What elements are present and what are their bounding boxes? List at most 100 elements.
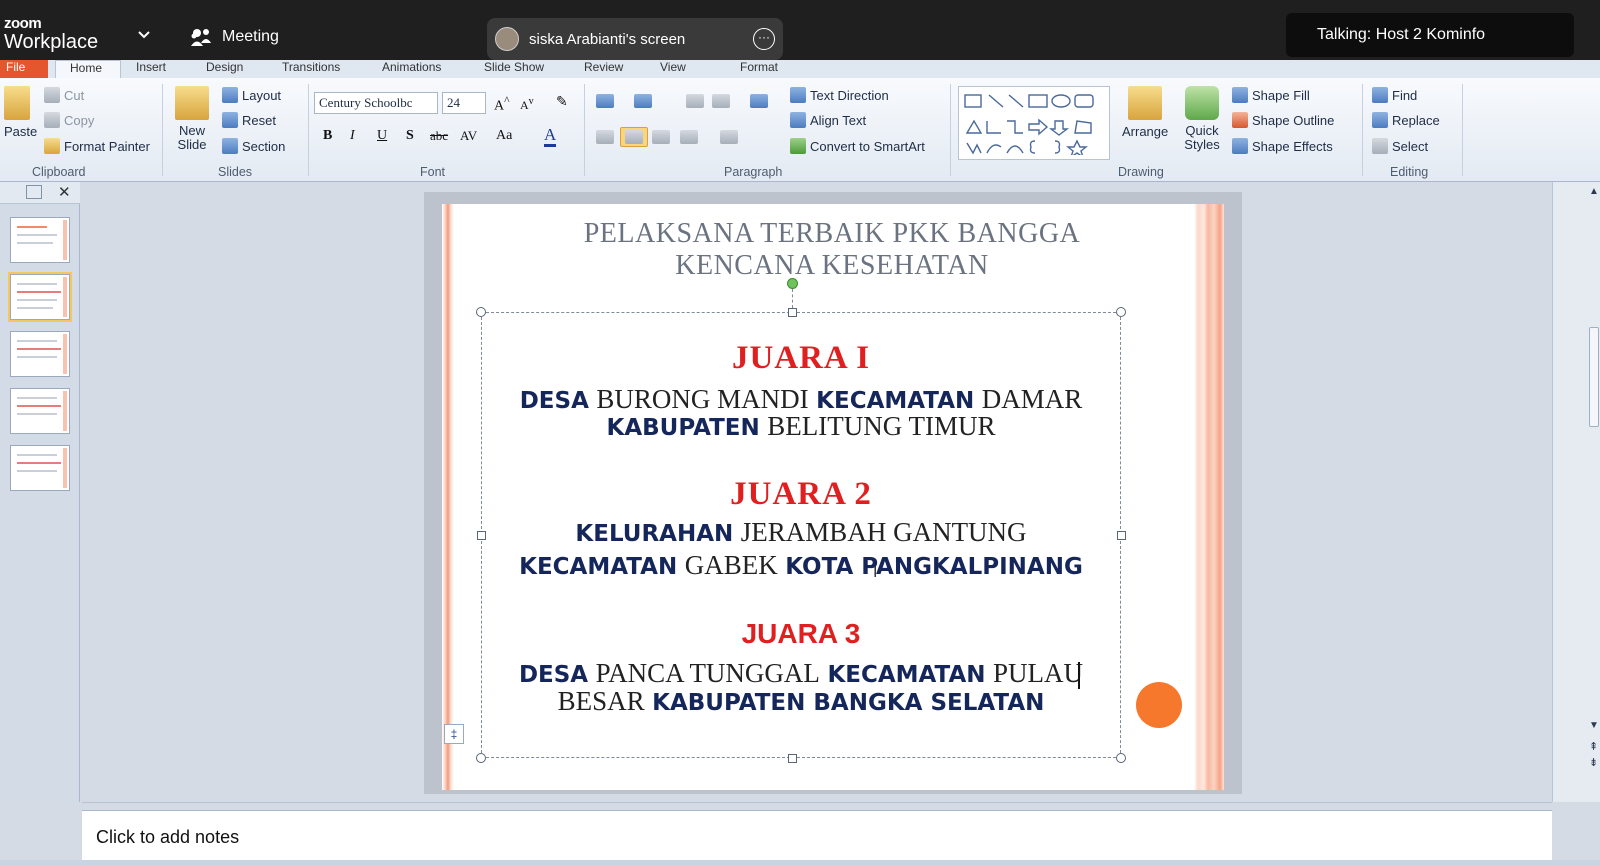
tab-home[interactable]: Home — [55, 60, 121, 78]
value-text: PANCA TUNGGAL — [595, 658, 820, 688]
justify-button[interactable] — [680, 130, 698, 144]
bullets-button[interactable] — [596, 94, 614, 108]
vertical-scrollbar[interactable]: ▲ ▼ ⇞ ⇟ — [1552, 182, 1600, 802]
shapes-gallery[interactable] — [958, 86, 1110, 160]
tab-file[interactable]: File — [0, 60, 48, 78]
columns-button[interactable] — [720, 130, 738, 144]
italic-button[interactable]: I — [350, 128, 355, 144]
align-center-button[interactable] — [620, 127, 648, 147]
font-size-select[interactable]: 24 — [442, 92, 486, 114]
text-direction-button[interactable]: Text Direction — [790, 87, 889, 103]
resize-handle[interactable] — [1116, 753, 1126, 763]
underline-button[interactable]: U — [377, 128, 387, 144]
cut-button[interactable]: Cut — [44, 87, 84, 103]
notes-pane[interactable]: Click to add notes — [82, 810, 1552, 860]
shadow-button[interactable]: S — [406, 128, 414, 144]
numbering-button[interactable] — [634, 94, 652, 108]
bold-button[interactable]: B — [323, 128, 332, 144]
tab-view[interactable]: View — [660, 60, 686, 74]
slide-thumbnail[interactable] — [8, 272, 72, 322]
meeting-button[interactable]: Meeting — [190, 27, 279, 47]
increase-indent-button[interactable] — [712, 94, 730, 108]
char-spacing-button[interactable]: AV — [460, 128, 477, 144]
value-text: DAMAR — [981, 384, 1083, 414]
pane-splitter[interactable] — [82, 802, 1552, 810]
align-left-button[interactable] — [596, 130, 614, 144]
slide-thumbnail[interactable] — [10, 445, 70, 491]
reset-button[interactable]: Reset — [222, 112, 276, 128]
layout-button[interactable]: Layout — [222, 87, 281, 103]
previous-slide-icon[interactable]: ⇞ — [1589, 740, 1598, 753]
chevron-down-icon[interactable] — [136, 28, 152, 42]
shape-effects-button[interactable]: Shape Effects — [1232, 138, 1333, 154]
resize-handle[interactable] — [476, 753, 486, 763]
divider — [584, 84, 585, 176]
slide-canvas[interactable]: PELAKSANA TERBAIK PKK BANGGA KENCANA KES… — [442, 204, 1224, 790]
numbering-icon — [634, 94, 652, 108]
scroll-down-icon[interactable]: ▼ — [1589, 720, 1599, 731]
new-slide-icon — [175, 86, 209, 120]
line-spacing-button[interactable] — [750, 94, 768, 108]
shrink-font-icon[interactable]: Av — [520, 96, 534, 113]
align-right-button[interactable] — [652, 130, 670, 144]
group-label-slides: Slides — [218, 165, 253, 179]
quick-styles-button[interactable]: Quick Styles — [1180, 86, 1224, 152]
avatar — [495, 27, 519, 51]
align-text-label: Align Text — [810, 112, 867, 128]
tab-design[interactable]: Design — [206, 60, 243, 74]
replace-label: Replace — [1392, 112, 1440, 128]
more-icon[interactable]: ··· — [753, 28, 775, 50]
tab-animations[interactable]: Animations — [382, 60, 441, 74]
tab-slide-show[interactable]: Slide Show — [484, 60, 544, 74]
resize-handle[interactable] — [1116, 307, 1126, 317]
font-family-select[interactable]: Century Schoolbc — [314, 92, 438, 114]
bullets-icon — [596, 94, 614, 108]
shape-outline-button[interactable]: Shape Outline — [1232, 112, 1334, 128]
close-icon[interactable]: ✕ — [58, 183, 71, 201]
screen-share-pill[interactable]: siska Arabianti's screen ··· — [487, 18, 783, 60]
change-case-button[interactable]: Aa — [496, 128, 512, 144]
group-label-clipboard: Clipboard — [32, 165, 86, 179]
slide-thumbnail[interactable] — [10, 331, 70, 377]
next-slide-icon[interactable]: ⇟ — [1589, 756, 1598, 769]
scroll-up-icon[interactable]: ▲ — [1589, 186, 1599, 197]
scroll-thumb[interactable] — [1589, 327, 1599, 427]
grow-font-icon[interactable]: A^ — [494, 94, 510, 115]
copy-button[interactable]: Copy — [44, 112, 94, 128]
outline-tab-icon[interactable] — [26, 185, 42, 199]
resize-handle[interactable] — [476, 307, 486, 317]
divider — [950, 84, 951, 176]
juara-2-heading: JUARA 2 — [730, 476, 872, 512]
decrease-indent-button[interactable] — [686, 94, 704, 108]
juara-2-line-1: KELURAHAN JERAMBAH GANTUNG — [481, 517, 1121, 549]
autofit-options-icon[interactable]: ‡ — [444, 724, 464, 744]
slide-thumbnail[interactable] — [10, 388, 70, 434]
section-button[interactable]: Section — [222, 138, 285, 154]
find-button[interactable]: Find — [1372, 87, 1417, 103]
replace-button[interactable]: Replace — [1372, 112, 1440, 128]
shape-fill-button[interactable]: Shape Fill — [1232, 87, 1310, 103]
text-caret — [1078, 662, 1080, 689]
tab-transitions[interactable]: Transitions — [282, 60, 340, 74]
tab-insert[interactable]: Insert — [136, 60, 166, 74]
font-color-button[interactable]: A — [544, 126, 557, 147]
format-painter-button[interactable]: Format Painter — [44, 138, 150, 154]
rotate-handle[interactable] — [787, 278, 798, 289]
resize-handle[interactable] — [788, 754, 797, 763]
align-text-button[interactable]: Align Text — [790, 112, 866, 128]
share-label: siska Arabianti's screen — [529, 30, 686, 48]
divider — [308, 84, 309, 176]
slide-title[interactable]: PELAKSANA TERBAIK PKK BANGGA KENCANA KES… — [502, 218, 1162, 282]
arrange-button[interactable]: Arrange — [1122, 86, 1168, 139]
tab-format[interactable]: Format — [740, 60, 778, 74]
align-right-icon — [652, 130, 670, 144]
tab-review[interactable]: Review — [584, 60, 623, 74]
convert-smartart-button[interactable]: Convert to SmartArt — [790, 138, 925, 154]
new-slide-button[interactable]: New Slide — [172, 86, 212, 152]
clear-format-icon[interactable]: ✎ — [556, 94, 568, 111]
strikethrough-button[interactable]: abc — [430, 128, 448, 144]
resize-handle[interactable] — [788, 308, 797, 317]
select-button[interactable]: Select — [1372, 138, 1428, 154]
paste-button[interactable]: Paste — [4, 86, 37, 139]
slide-thumbnail[interactable] — [10, 217, 70, 263]
